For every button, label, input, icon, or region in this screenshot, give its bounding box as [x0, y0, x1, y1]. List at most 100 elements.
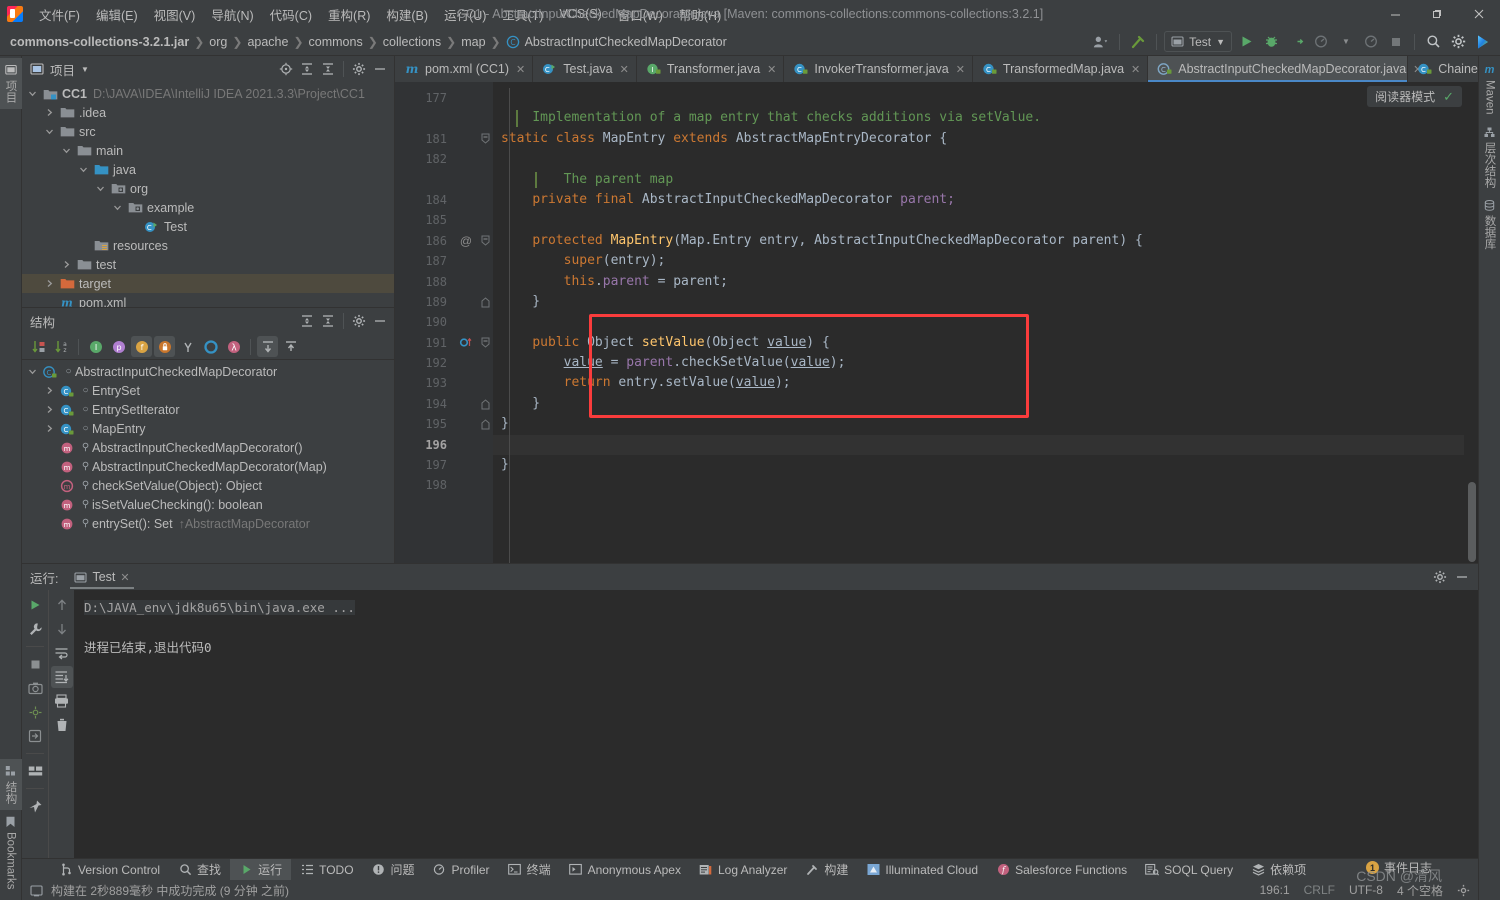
- code-line[interactable]: [493, 475, 1464, 495]
- minimize-button[interactable]: [1374, 0, 1416, 28]
- editor-tab-transformedmapjava[interactable]: C TransformedMap.java ✕: [973, 56, 1149, 82]
- project-tree-item-main[interactable]: main: [22, 141, 394, 160]
- profile-dropdown-icon[interactable]: ▼: [1335, 31, 1357, 53]
- gutter-spacer[interactable]: [477, 353, 493, 373]
- line-number[interactable]: 185: [395, 210, 455, 230]
- bottom-tab-illuminated-cloud[interactable]: Illuminated Cloud: [857, 861, 987, 879]
- line-number[interactable]: 191: [395, 333, 455, 353]
- code-line[interactable]: [493, 88, 1464, 108]
- gutter-spacer[interactable]: [455, 149, 477, 169]
- code-line[interactable]: }: [493, 394, 1464, 414]
- structure-tree-item[interactable]: m ⚲ AbstractInputCheckedMapDecorator(): [22, 438, 394, 457]
- bottom-tab-find[interactable]: 查找: [169, 859, 230, 880]
- pin-button[interactable]: [24, 795, 46, 817]
- gutter-spacer[interactable]: [455, 353, 477, 373]
- project-tree-item-resources[interactable]: resources: [22, 236, 394, 255]
- gutter-spacer[interactable]: [477, 312, 493, 332]
- structure-tree-item[interactable]: m ⚲ isSetValueChecking(): boolean: [22, 495, 394, 514]
- expand-all-icon[interactable]: [257, 336, 278, 357]
- bottom-tab-problems[interactable]: 问题: [363, 859, 424, 880]
- search-icon[interactable]: [1422, 31, 1444, 53]
- clear-all-button[interactable]: [51, 714, 73, 736]
- fold-collapse-icon[interactable]: [477, 129, 493, 149]
- close-icon[interactable]: ✕: [516, 63, 525, 76]
- editor-tab-abstractinputcheckedmapdecoratorjava[interactable]: C AbstractInputCheckedMapDecorator.java ✕: [1148, 56, 1422, 82]
- run-configuration-selector[interactable]: Test ▼: [1164, 31, 1232, 52]
- breadcrumb-map[interactable]: map: [461, 35, 485, 49]
- soft-wrap-button[interactable]: [51, 642, 73, 664]
- expand-all-icon[interactable]: [297, 311, 317, 331]
- chevron-down-icon[interactable]: ▼: [81, 65, 89, 74]
- code-line[interactable]: private final AbstractInputCheckedMapDec…: [493, 190, 1464, 210]
- code-line[interactable]: public Object setValue(Object value) {: [493, 333, 1464, 353]
- line-number[interactable]: 192: [395, 353, 455, 373]
- line-number[interactable]: 187: [395, 251, 455, 271]
- structure-panel-title-group[interactable]: 结构: [30, 312, 55, 331]
- editor-area[interactable]: 177 181 182 184 185 186 187 188 189 190 191 192 193 1…: [395, 82, 1478, 563]
- project-tree-item-target[interactable]: target: [22, 274, 394, 293]
- menu-tools[interactable]: 工具(T): [494, 2, 551, 27]
- gutter-spacer[interactable]: [455, 129, 477, 149]
- fold-end-icon[interactable]: [477, 414, 493, 434]
- gutter-spacer[interactable]: [477, 272, 493, 292]
- code-line[interactable]: [493, 312, 1464, 332]
- scrollbar-thumb[interactable]: [1468, 482, 1476, 562]
- breadcrumb-class[interactable]: AbstractInputCheckedMapDecorator: [525, 35, 727, 49]
- gutter-spacer[interactable]: [477, 88, 493, 108]
- structure-tree-item[interactable]: m ⚲ entrySet(): Set ↑AbstractMapDecorator: [22, 514, 394, 533]
- editor-tab-pomxmlcc1[interactable]: m pom.xml (CC1) ✕: [395, 56, 534, 82]
- file-encoding[interactable]: UTF-8: [1349, 883, 1383, 897]
- project-tree-item-test[interactable]: C Test: [22, 217, 394, 236]
- thread-dump-button[interactable]: [24, 701, 46, 723]
- line-number[interactable]: 190: [395, 312, 455, 332]
- bottom-tab-build[interactable]: 构建: [796, 859, 857, 880]
- bottom-tool-strip[interactable]: Version Control 查找 运行 TODO 问题 Profiler 终端 Anony…: [22, 858, 1478, 880]
- bottom-tab-profiler[interactable]: Profiler: [424, 861, 499, 879]
- gutter-spacer[interactable]: [455, 210, 477, 230]
- breadcrumb-collections[interactable]: collections: [383, 35, 441, 49]
- menu-view[interactable]: 视图(V): [146, 2, 204, 27]
- gutter-spacer[interactable]: [477, 373, 493, 393]
- structure-tree-item[interactable]: C ○ EntrySetIterator: [22, 400, 394, 419]
- build-status-text[interactable]: 构建在 2秒889毫秒 中成功完成 (9 分钟 之前): [51, 882, 289, 899]
- expand-all-icon[interactable]: [297, 59, 317, 79]
- menu-file[interactable]: 文件(F): [31, 2, 88, 27]
- bottom-tab-version-control[interactable]: Version Control: [50, 861, 169, 879]
- code-line[interactable]: }: [493, 455, 1464, 475]
- structure-tree-item[interactable]: C ○ MapEntry: [22, 419, 394, 438]
- gutter-spacer[interactable]: [455, 455, 477, 475]
- gutter-spacer[interactable]: [455, 292, 477, 312]
- caret-position[interactable]: 196:1: [1260, 883, 1290, 897]
- gutter-spacer[interactable]: [455, 373, 477, 393]
- group-by-icon[interactable]: [200, 336, 221, 357]
- code-line[interactable]: [493, 210, 1464, 230]
- bottom-tab-salesforce-functions[interactable]: f Salesforce Functions: [987, 861, 1136, 879]
- breadcrumb-jar[interactable]: commons-collections-3.2.1.jar: [10, 35, 189, 49]
- close-button[interactable]: [1458, 0, 1500, 28]
- line-number[interactable]: 195: [395, 414, 455, 434]
- editor-tab-bar[interactable]: m pom.xml (CC1) ✕ C Test.java ✕ I Transformer.j…: [395, 56, 1478, 82]
- menu-build[interactable]: 构建(B): [378, 2, 436, 27]
- code-line[interactable]: [493, 434, 1464, 456]
- reader-mode-chip[interactable]: 阅读器模式 ✓: [1367, 86, 1462, 107]
- fold-end-icon[interactable]: [477, 292, 493, 312]
- illuminated-cloud-button[interactable]: [1472, 31, 1494, 53]
- edit-configuration-button[interactable]: [24, 618, 46, 640]
- structure-tree-item[interactable]: C ○ AbstractInputCheckedMapDecorator: [22, 362, 394, 381]
- gutter-spacer[interactable]: [477, 455, 493, 475]
- code-line[interactable]: }: [493, 292, 1464, 312]
- gutter-spacer[interactable]: [477, 190, 493, 210]
- layout-button[interactable]: [24, 760, 46, 782]
- collapse-all-icon[interactable]: [280, 336, 301, 357]
- show-non-public-icon[interactable]: [154, 336, 175, 357]
- show-fields-icon[interactable]: f: [131, 336, 152, 357]
- export-button[interactable]: [24, 725, 46, 747]
- code-line[interactable]: return entry.setValue(value);: [493, 373, 1464, 393]
- gear-icon[interactable]: [349, 59, 369, 79]
- gutter-spacer[interactable]: [477, 435, 493, 455]
- show-inherited-icon[interactable]: I: [85, 336, 106, 357]
- structure-tree-item[interactable]: C ○ EntrySet: [22, 381, 394, 400]
- editor-scrollbar[interactable]: [1464, 82, 1478, 563]
- menu-code[interactable]: 代码(C): [262, 2, 320, 27]
- bottom-tab-anonymous-apex[interactable]: Anonymous Apex: [560, 861, 690, 879]
